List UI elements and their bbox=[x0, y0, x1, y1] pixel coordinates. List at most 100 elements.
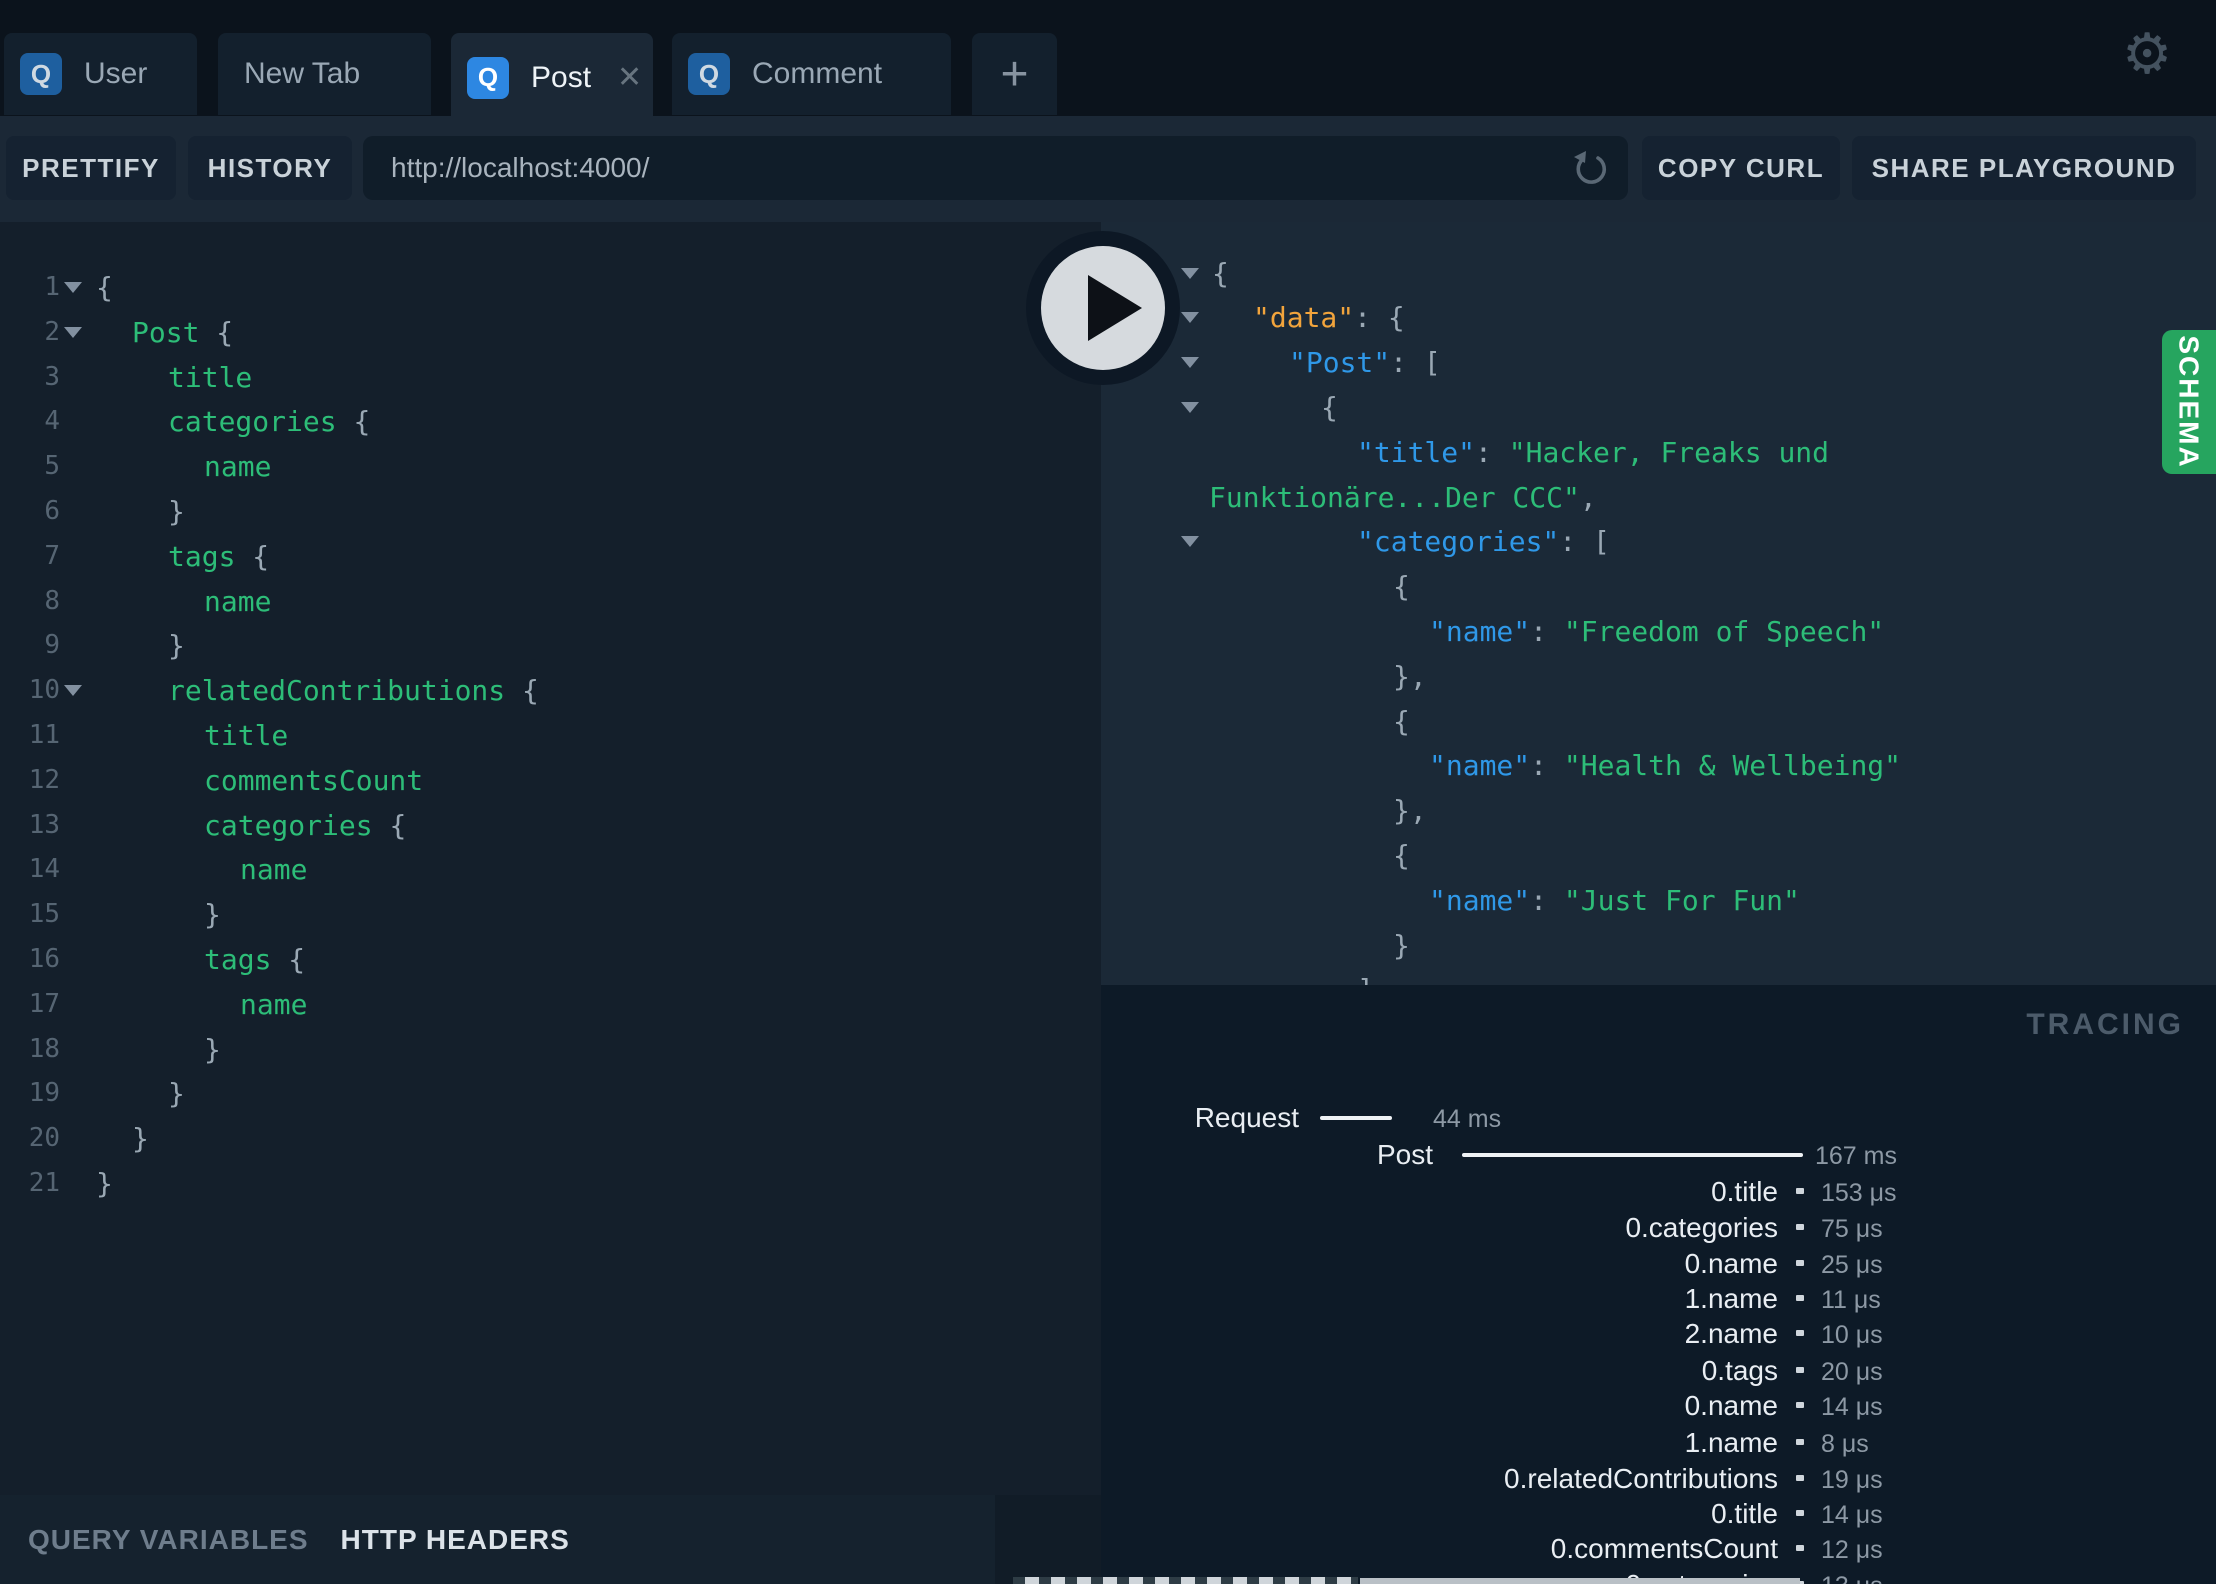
trace-row: 0.title 153 μs bbox=[1101, 1174, 2216, 1210]
code-text: commentsCount bbox=[204, 763, 424, 797]
trace-row: 1.name 8 μs bbox=[1101, 1425, 2216, 1461]
trace-label: 1.name bbox=[1684, 1427, 1778, 1458]
trace-row: 0.title 14 μs bbox=[1101, 1496, 2216, 1532]
editor-line: 8 name bbox=[0, 579, 1101, 624]
query-variables-tab[interactable]: QUERY VARIABLES bbox=[28, 1524, 309, 1556]
schema-tab-label: SCHEMA bbox=[2174, 335, 2205, 469]
trace-row: 2.name 10 μs bbox=[1101, 1316, 2216, 1352]
editor-line: 20} bbox=[0, 1116, 1101, 1161]
code-text: } bbox=[96, 1167, 113, 1200]
fold-arrow-icon[interactable] bbox=[1181, 267, 1199, 279]
fold-arrow-icon[interactable] bbox=[64, 282, 82, 293]
code-text: }, bbox=[1393, 659, 1427, 693]
execute-button[interactable] bbox=[1025, 230, 1181, 386]
history-button[interactable]: HISTORY bbox=[188, 136, 352, 200]
trace-duration-tick bbox=[1796, 1224, 1804, 1230]
trace-time: 13 μs bbox=[1821, 1568, 1883, 1584]
trace-time: 167 ms bbox=[1815, 1142, 1897, 1170]
line-number: 14 bbox=[28, 854, 60, 885]
response-line: "title": "Hacker, Freaks und bbox=[1101, 430, 2216, 475]
code-text: title bbox=[204, 719, 289, 752]
clipped-popup-edge bbox=[1013, 1577, 1358, 1584]
response-line: "name": "Freedom of Speech" bbox=[1101, 609, 2216, 654]
trace-row: 0.name 25 μs bbox=[1101, 1246, 2216, 1282]
bottom-bar: QUERY VARIABLES HTTP HEADERS bbox=[0, 1495, 995, 1584]
trace-duration-bar bbox=[1462, 1153, 1803, 1157]
line-number: 4 bbox=[44, 406, 60, 437]
response-line: { bbox=[1101, 699, 2216, 744]
tab-bar: Q User New Tab Q Post ✕ Q Comment + ⚙ bbox=[0, 0, 2216, 122]
response-line: "name": "Just For Fun" bbox=[1101, 878, 2216, 923]
prettify-button[interactable]: PRETTIFY bbox=[6, 136, 176, 200]
fold-arrow-icon[interactable] bbox=[64, 326, 82, 338]
fold-arrow-icon[interactable] bbox=[64, 685, 82, 697]
code-text: name bbox=[204, 450, 272, 484]
trace-duration-tick bbox=[1796, 1260, 1804, 1266]
response-line: { bbox=[1101, 833, 2216, 878]
code-text: categories { bbox=[168, 405, 371, 439]
code-text: } bbox=[168, 495, 185, 528]
tab-post[interactable]: Q Post ✕ bbox=[451, 33, 653, 122]
endpoint-url-input[interactable] bbox=[363, 151, 1568, 185]
trace-label: 2.name bbox=[1684, 1318, 1778, 1349]
fold-arrow-icon[interactable] bbox=[1181, 402, 1199, 413]
code-text: "Post": [ bbox=[1289, 346, 1441, 380]
new-tab-button[interactable]: + bbox=[972, 33, 1057, 115]
trace-label: 0.commentsCount bbox=[1550, 1533, 1778, 1564]
tab-user[interactable]: Q User bbox=[4, 33, 197, 115]
query-badge-icon: Q bbox=[20, 53, 62, 95]
schema-tab[interactable]: SCHEMA bbox=[2162, 330, 2216, 474]
code-text: { bbox=[1393, 839, 1410, 872]
trace-time: 8 μs bbox=[1821, 1430, 1869, 1458]
code-text: "categories": [ bbox=[1357, 525, 1610, 559]
tracing-title: TRACING bbox=[2026, 1008, 2184, 1041]
trace-label: Post bbox=[1376, 1139, 1433, 1170]
trace-duration-bar bbox=[1320, 1116, 1392, 1120]
line-number: 1 bbox=[44, 272, 60, 302]
trace-label: 0.name bbox=[1684, 1248, 1778, 1279]
code-text: } bbox=[204, 1032, 221, 1066]
tab-new-tab[interactable]: New Tab bbox=[218, 33, 431, 115]
reload-icon[interactable] bbox=[1568, 146, 1612, 190]
editor-line: 10 relatedContributions { bbox=[0, 668, 1101, 713]
fold-arrow-icon[interactable] bbox=[1181, 536, 1199, 548]
gear-icon[interactable]: ⚙ bbox=[2122, 22, 2172, 87]
code-text: relatedContributions { bbox=[168, 674, 539, 708]
query-badge-icon: Q bbox=[688, 53, 730, 95]
tab-label: User bbox=[84, 57, 148, 90]
trace-label: 0.title bbox=[1711, 1176, 1778, 1207]
trace-label: 0.title bbox=[1711, 1498, 1778, 1529]
code-text: "title": "Hacker, Freaks und bbox=[1357, 435, 1830, 469]
line-number: 21 bbox=[28, 1168, 60, 1198]
fold-arrow-icon[interactable] bbox=[1181, 357, 1199, 369]
code-text: tags { bbox=[204, 943, 306, 976]
code-text: { bbox=[1212, 256, 1229, 290]
bottom-bar-gap bbox=[995, 1495, 1101, 1584]
response-line: Funktionäre...Der CCC", bbox=[1101, 475, 2216, 520]
response-line: "data": { bbox=[1101, 295, 2216, 340]
code-text: } bbox=[168, 1077, 185, 1111]
code-text: } bbox=[168, 629, 185, 663]
editor-line: 4 categories { bbox=[0, 399, 1101, 444]
share-playground-button[interactable]: SHARE PLAYGROUND bbox=[1852, 136, 2196, 200]
tab-label: Post bbox=[531, 60, 592, 94]
query-editor[interactable]: 1{2 Post {3 title 4 categories {5 name 6} 7 tags… bbox=[0, 222, 1101, 1495]
tab-comment[interactable]: Q Comment bbox=[672, 33, 951, 115]
trace-row: Request 44 ms bbox=[1101, 1100, 2216, 1136]
close-icon[interactable]: ✕ bbox=[617, 62, 642, 93]
trace-duration-tick bbox=[1796, 1545, 1804, 1551]
trace-time: 14 μs bbox=[1821, 1501, 1883, 1529]
editor-line: 2 Post { bbox=[0, 310, 1101, 355]
code-text: } bbox=[132, 1122, 149, 1156]
http-headers-tab[interactable]: HTTP HEADERS bbox=[341, 1524, 570, 1556]
fold-arrow-icon[interactable] bbox=[1181, 312, 1199, 324]
trace-time: 75 μs bbox=[1821, 1215, 1883, 1243]
code-text: Funktionäre...Der CCC", bbox=[1209, 480, 1597, 514]
clipped-popup-edge bbox=[1360, 1578, 1800, 1584]
trace-duration-tick bbox=[1796, 1475, 1804, 1481]
line-number: 11 bbox=[28, 720, 60, 750]
copy-curl-button[interactable]: COPY CURL bbox=[1642, 136, 1840, 200]
line-number: 3 bbox=[44, 361, 60, 392]
code-text: "data": { bbox=[1253, 301, 1405, 335]
trace-time: 25 μs bbox=[1821, 1251, 1883, 1279]
